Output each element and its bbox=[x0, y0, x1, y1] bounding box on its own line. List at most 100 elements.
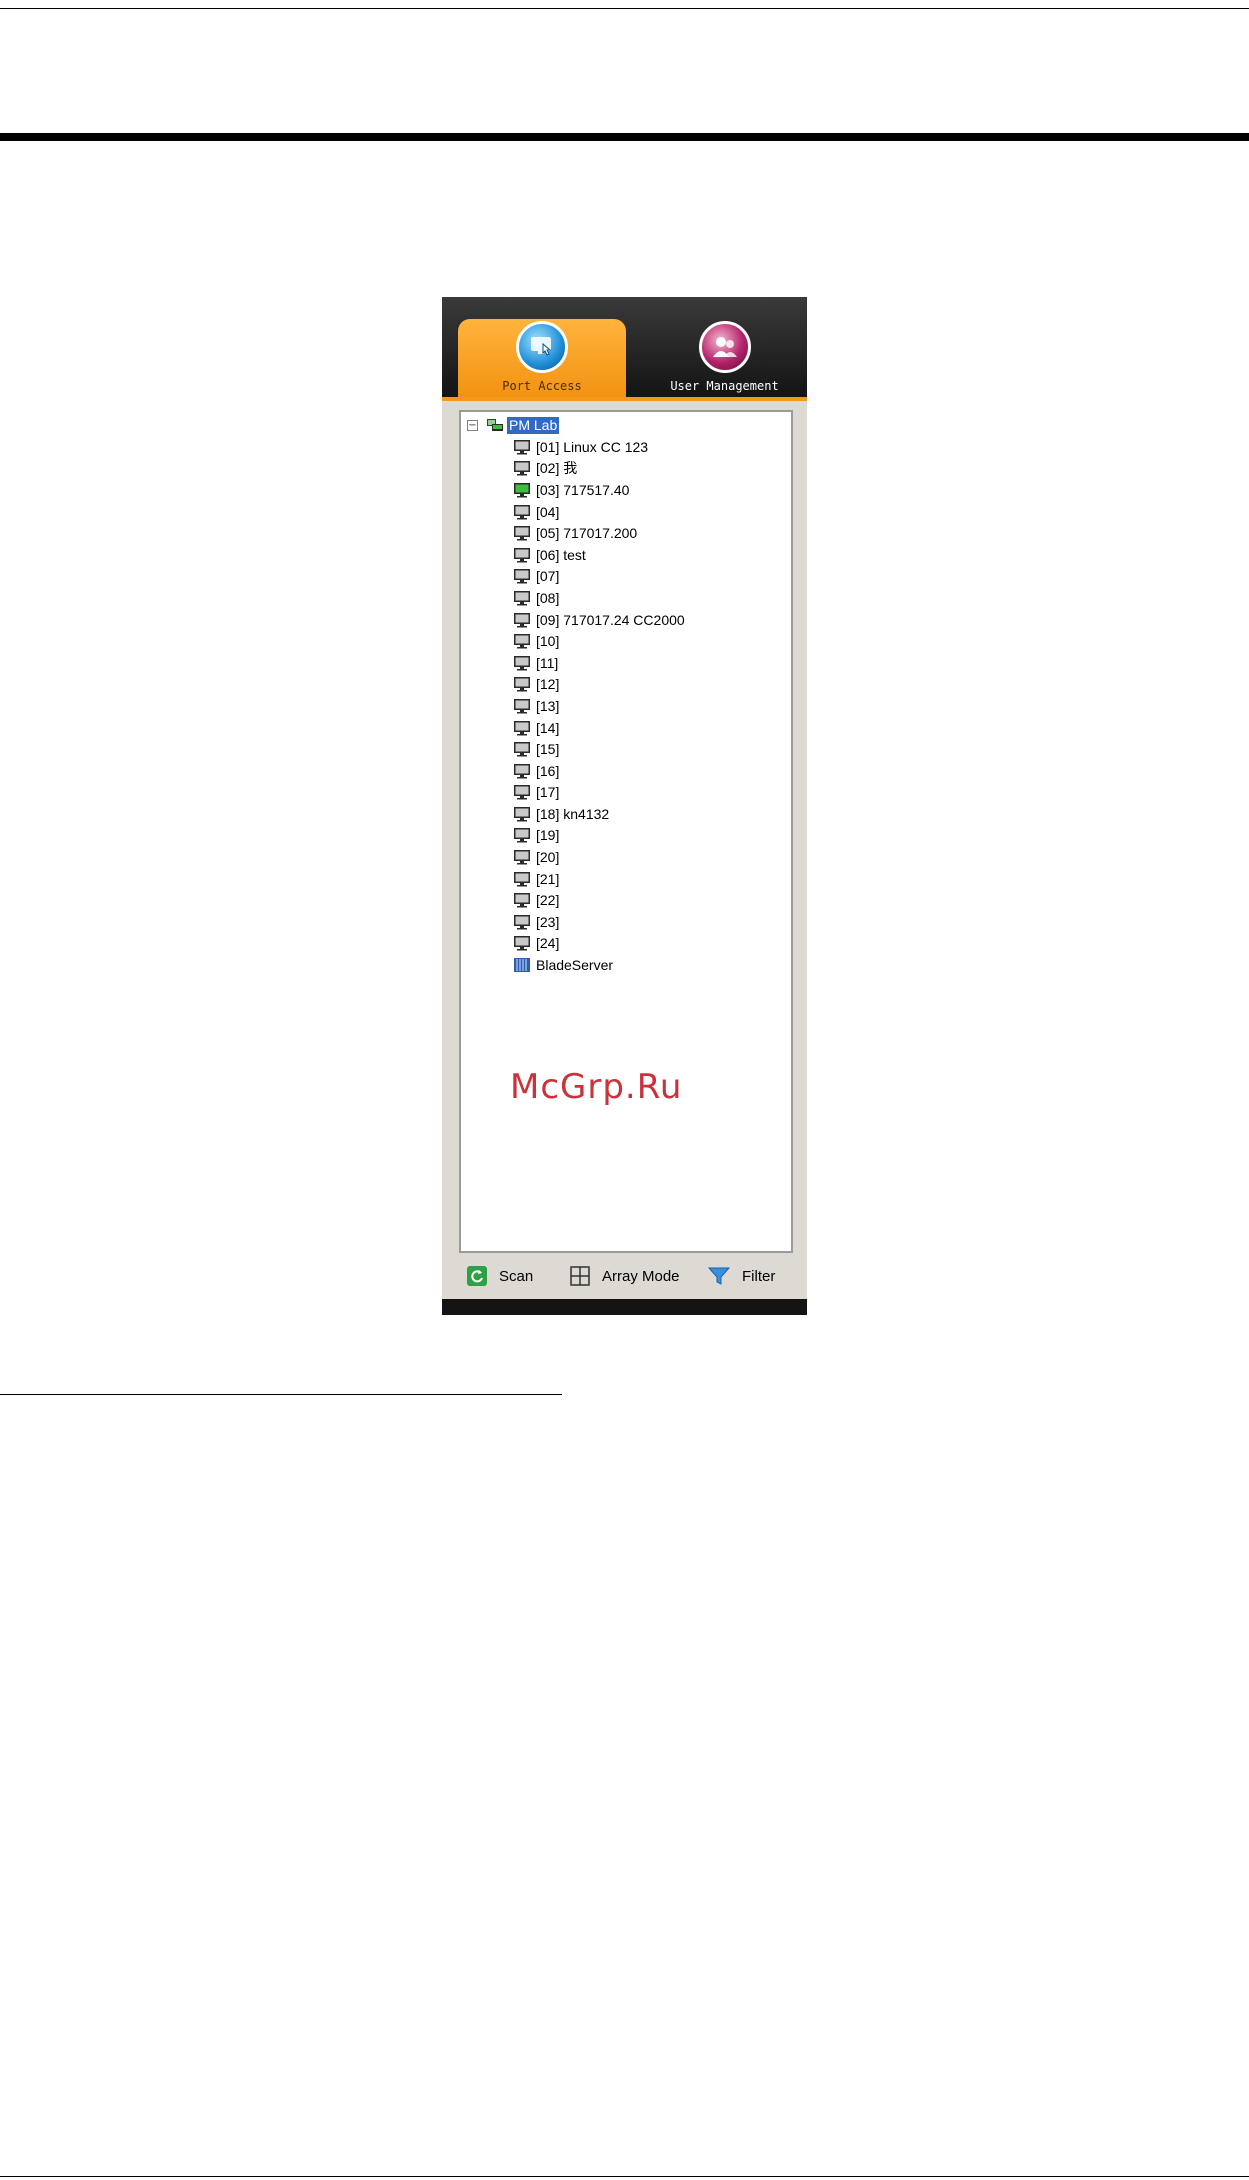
port-item[interactable]: [15] bbox=[513, 738, 685, 760]
grid-icon bbox=[570, 1266, 590, 1286]
port-tree[interactable]: − PM Lab [01] Linux CC 123 [02] 我 [03] 717… bbox=[459, 410, 793, 1253]
port-label: [02] 我 bbox=[536, 460, 578, 477]
port-label: [19] bbox=[536, 827, 560, 844]
port-item[interactable]: [20] bbox=[513, 846, 685, 868]
monitor-icon bbox=[514, 828, 530, 843]
port-label: [04] bbox=[536, 503, 560, 520]
monitor-online-icon bbox=[514, 482, 530, 498]
tab-port-access[interactable]: Port Access bbox=[458, 319, 626, 397]
kvm-sidebar-panel: Port Access User Management − PM Lab [01… bbox=[442, 297, 807, 1315]
port-item[interactable]: [09] 717017.24 CC2000 bbox=[513, 609, 685, 631]
monitor-icon bbox=[514, 720, 530, 736]
monitor-icon bbox=[514, 893, 530, 908]
monitor-icon bbox=[514, 677, 530, 692]
port-item[interactable]: [12] bbox=[513, 674, 685, 696]
monitor-icon bbox=[514, 871, 530, 887]
port-item[interactable]: [06] test bbox=[513, 544, 685, 566]
monitor-icon bbox=[514, 850, 530, 865]
tree-root-label: PM Lab bbox=[507, 416, 560, 434]
monitor-icon bbox=[514, 569, 530, 584]
monitor-icon bbox=[514, 547, 530, 563]
port-item[interactable]: [18] kn4132 bbox=[513, 803, 685, 825]
port-item[interactable]: [03] 717517.40 bbox=[513, 479, 685, 501]
port-item[interactable]: [10] bbox=[513, 630, 685, 652]
monitor-icon bbox=[514, 655, 530, 671]
port-label: [12] bbox=[536, 676, 560, 693]
port-label: [06] test bbox=[536, 546, 586, 563]
port-label: [13] bbox=[536, 697, 560, 714]
port-item[interactable]: [07] bbox=[513, 566, 685, 588]
top-rule bbox=[0, 8, 1249, 9]
monitor-icon bbox=[514, 461, 530, 476]
port-item[interactable]: [04] bbox=[513, 501, 685, 523]
tab-user-management[interactable]: User Management bbox=[642, 319, 807, 397]
port-list: [01] Linux CC 123 [02] 我 [03] 717517.40 [04… bbox=[513, 436, 685, 976]
array-mode-button[interactable]: Array Mode bbox=[570, 1266, 680, 1286]
filter-label: Filter bbox=[742, 1267, 776, 1285]
port-label: [23] bbox=[536, 913, 560, 930]
monitor-icon bbox=[514, 698, 530, 714]
port-label: [17] bbox=[536, 784, 560, 801]
port-label: [10] bbox=[536, 633, 560, 650]
port-label: [09] 717017.24 CC2000 bbox=[536, 611, 685, 628]
port-item[interactable]: [05] 717017.200 bbox=[513, 522, 685, 544]
blade-server-icon bbox=[514, 958, 530, 973]
collapse-icon[interactable]: − bbox=[467, 419, 478, 431]
monitor-icon bbox=[514, 504, 530, 520]
monitor-icon bbox=[514, 742, 530, 757]
filter-button[interactable]: Filter bbox=[708, 1266, 775, 1286]
port-item[interactable]: [24] bbox=[513, 933, 685, 955]
monitor-icon bbox=[514, 763, 530, 779]
port-label: [07] bbox=[536, 568, 560, 585]
watermark: McGrp.Ru bbox=[510, 1067, 683, 1107]
panel-toolbar: Scan Array Mode Filter bbox=[442, 1255, 807, 1297]
monitor-icon bbox=[514, 785, 530, 800]
port-item[interactable]: [13] bbox=[513, 695, 685, 717]
scan-icon bbox=[467, 1266, 487, 1286]
port-label: [22] bbox=[536, 892, 560, 909]
port-item[interactable]: [23] bbox=[513, 911, 685, 933]
port-item[interactable]: [17] bbox=[513, 782, 685, 804]
port-item[interactable]: [16] bbox=[513, 760, 685, 782]
port-label: [16] bbox=[536, 762, 560, 779]
monitor-icon bbox=[514, 590, 530, 606]
monitor-icon bbox=[514, 612, 530, 628]
port-item[interactable]: [01] Linux CC 123 bbox=[513, 436, 685, 458]
network-icon bbox=[487, 419, 503, 431]
monitor-icon bbox=[514, 634, 530, 649]
section-rule bbox=[0, 1394, 562, 1395]
scan-button[interactable]: Scan bbox=[467, 1266, 533, 1286]
port-label: [08] bbox=[536, 589, 560, 606]
port-item[interactable]: [14] bbox=[513, 717, 685, 739]
array-mode-label: Array Mode bbox=[602, 1267, 680, 1285]
port-item[interactable]: [08] bbox=[513, 587, 685, 609]
port-label: [11] bbox=[536, 654, 559, 671]
port-label: [15] bbox=[536, 741, 560, 758]
panel-bottom-bar bbox=[442, 1299, 807, 1315]
port-item[interactable]: BladeServer bbox=[513, 954, 685, 976]
header-rule bbox=[0, 133, 1249, 141]
port-label: [20] bbox=[536, 849, 560, 866]
port-label: [05] 717017.200 bbox=[536, 525, 638, 542]
port-label: [14] bbox=[536, 719, 560, 736]
port-label: [21] bbox=[536, 870, 560, 887]
panel-header: Port Access User Management bbox=[442, 297, 807, 401]
tab-port-access-label: Port Access bbox=[502, 379, 582, 393]
monitor-icon bbox=[514, 526, 530, 541]
monitor-icon bbox=[514, 806, 530, 822]
port-label: [03] 717517.40 bbox=[536, 481, 630, 498]
monitor-icon bbox=[514, 914, 530, 930]
port-item[interactable]: [19] bbox=[513, 825, 685, 847]
monitor-icon bbox=[514, 439, 530, 455]
tree-root-node[interactable]: − PM Lab bbox=[467, 415, 560, 435]
monitor-icon bbox=[514, 936, 530, 951]
port-label: [24] bbox=[536, 935, 560, 952]
port-item[interactable]: [11] bbox=[513, 652, 685, 674]
tab-user-management-label: User Management bbox=[670, 379, 779, 393]
port-item[interactable]: [02] 我 bbox=[513, 458, 685, 480]
port-access-icon bbox=[516, 321, 568, 373]
port-item[interactable]: [22] bbox=[513, 889, 685, 911]
port-item[interactable]: [21] bbox=[513, 868, 685, 890]
bottom-rule bbox=[0, 2176, 1249, 2177]
port-label: [01] Linux CC 123 bbox=[536, 438, 649, 455]
